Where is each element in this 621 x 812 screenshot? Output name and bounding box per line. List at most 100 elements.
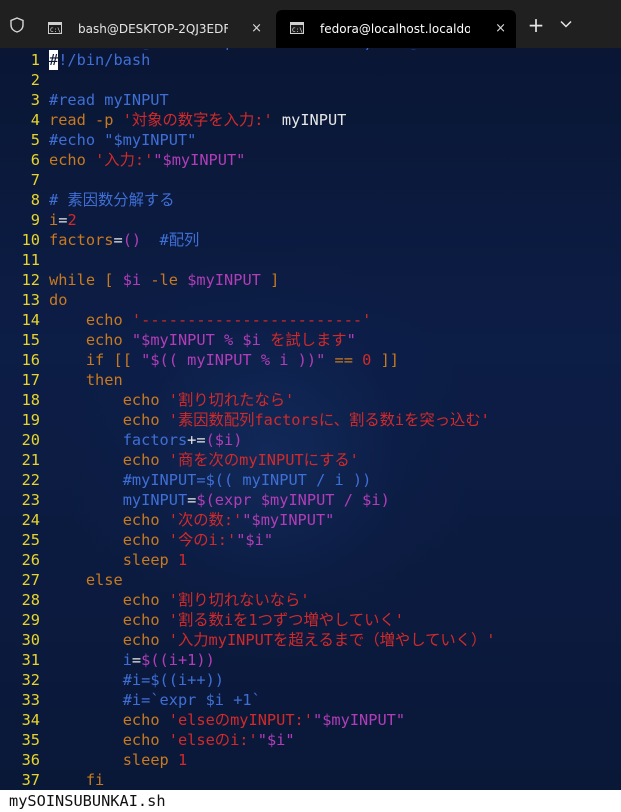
code-line: 15 echo "$myINPUT % $i を試します" (0, 330, 621, 350)
line-code: echo '割り切れないなら' (49, 590, 310, 610)
code-line: 28 echo '割り切れないなら' (0, 590, 621, 610)
line-number: 19 (21, 411, 40, 429)
code-line: 32 #i=$((i++)) (0, 670, 621, 690)
code-line: 27 else (0, 570, 621, 590)
code-token: echo (85, 331, 132, 349)
tab-title: bash@DESKTOP-2QJ3EDF: /mn (78, 22, 228, 36)
line-code: i=2 (49, 210, 77, 230)
terminal-icon: C:\ (290, 22, 304, 34)
code-token: #i=$((i++)) (122, 671, 224, 689)
editor-pane[interactable]: " ' ' ' - '' ' |' ' ' ' '' / " -' ' ' 1#… (0, 48, 621, 790)
status-bar: mySOINSUBUNKAI.sh (0, 790, 621, 812)
line-code: #i=$((i++)) (49, 670, 224, 690)
line-code: echo "$myINPUT % $i を試します" (49, 330, 356, 350)
tab-bash[interactable]: C:\ bash@DESKTOP-2QJ3EDF: /mn × (34, 10, 272, 48)
code-token: echo (122, 451, 169, 469)
line-number: 34 (21, 711, 40, 729)
terminal-icon: C:\ (48, 22, 62, 34)
code-token: ($i) (205, 431, 243, 449)
line-number: 11 (21, 251, 40, 269)
line-code: factors+=($i) (49, 430, 243, 450)
code-token: = (131, 651, 142, 669)
code-token: "$myINPUT" (312, 711, 406, 729)
code-token: '対象の数字を入力:' (122, 111, 273, 129)
code-line: 6 echo '入力:'"$myINPUT" (0, 150, 621, 170)
code-line: 17 then (0, 370, 621, 390)
line-code: myINPUT=$(expr $myINPUT / $i) (49, 490, 390, 510)
line-number: 5 (30, 131, 40, 149)
line-code: # 素因数分解する (49, 190, 175, 210)
line-code: echo 'elseのi:'"$i" (49, 730, 295, 750)
code-token: !/bin/bash (58, 51, 151, 69)
code-line: 34 echo 'elseのmyINPUT:'"$myINPUT" (0, 710, 621, 730)
code-line: 25 echo '今のi:'"$i" (0, 530, 621, 550)
code-token: $i (122, 271, 142, 289)
code-token: "$myINPUT" (242, 511, 335, 529)
code-line: 23 myINPUT=$(expr $myINPUT / $i) (0, 490, 621, 510)
shield-icon[interactable] (9, 17, 25, 33)
code-token: "$(( myINPUT % i ))" (141, 351, 326, 369)
code-token: '割り切れないなら' (168, 591, 310, 609)
code-token: then (85, 371, 123, 389)
tab-bar: C:\ bash@DESKTOP-2QJ3EDF: /mn × C:\ fedo… (0, 0, 621, 48)
code-token: '今のi:' (168, 531, 237, 549)
code-token: if (85, 351, 105, 369)
line-number: 30 (21, 631, 40, 649)
line-number: 23 (21, 491, 40, 509)
line-code: echo '割る数iを1つずつ増やしていく' (49, 610, 404, 630)
chevron-down-icon[interactable] (559, 17, 573, 31)
code-token: echo (122, 611, 169, 629)
new-tab-button[interactable]: + (527, 15, 545, 35)
code-token: echo (122, 531, 169, 549)
line-number: 9 (30, 211, 40, 229)
code-token: '入力myINPUTを超えるまで（増やしていく）' (168, 631, 496, 649)
line-number: 37 (21, 771, 40, 789)
code-token: $myINPUT (187, 271, 261, 289)
line-number: 7 (30, 171, 40, 189)
line-number: 15 (21, 331, 40, 349)
line-code: then (49, 370, 123, 390)
close-icon[interactable]: × (495, 10, 506, 48)
status-filename: mySOINSUBUNKAI.sh (9, 792, 166, 810)
code-line: 30 echo '入力myINPUTを超えるまで（増やしていく）' (0, 630, 621, 650)
code-token: "$myINPUT" (153, 151, 246, 169)
line-number: 29 (21, 611, 40, 629)
line-code: #!/bin/bash (49, 50, 150, 70)
code-token: '商を次のmyINPUTにする' (168, 451, 359, 469)
close-icon[interactable]: × (251, 10, 262, 48)
code-line: 37 fi (0, 770, 621, 790)
code-token: 1 (177, 751, 188, 769)
tab-fedora[interactable]: C:\ fedora@localhost.localdomain × (276, 10, 516, 48)
code-line: 8 # 素因数分解する (0, 190, 621, 210)
line-number: 12 (21, 271, 40, 289)
line-number: 22 (21, 471, 40, 489)
code-token: #配列 (159, 231, 200, 249)
code-line: 4 read -p '対象の数字を入力:' myINPUT (0, 110, 621, 130)
line-code: #i=`expr $i +1` (49, 690, 261, 710)
code-token: myINPUT (272, 111, 347, 129)
code-line: 14 echo '------------------------' (0, 310, 621, 330)
line-code: fi (49, 770, 104, 790)
line-number: 8 (30, 191, 40, 209)
code-token: -le (141, 271, 188, 289)
line-number: 33 (21, 691, 40, 709)
code-line: 26 sleep 1 (0, 550, 621, 570)
code-token: #echo "$myINPUT" (49, 131, 197, 149)
code-token: "$myINPUT % $i (131, 331, 271, 349)
code-token: sleep (122, 751, 178, 769)
code-token: #myINPUT=$(( myINPUT / i )) (122, 471, 372, 489)
line-number: 32 (21, 671, 40, 689)
code-line: 20 factors+=($i) (0, 430, 621, 450)
code-token: #read myINPUT (49, 91, 169, 109)
